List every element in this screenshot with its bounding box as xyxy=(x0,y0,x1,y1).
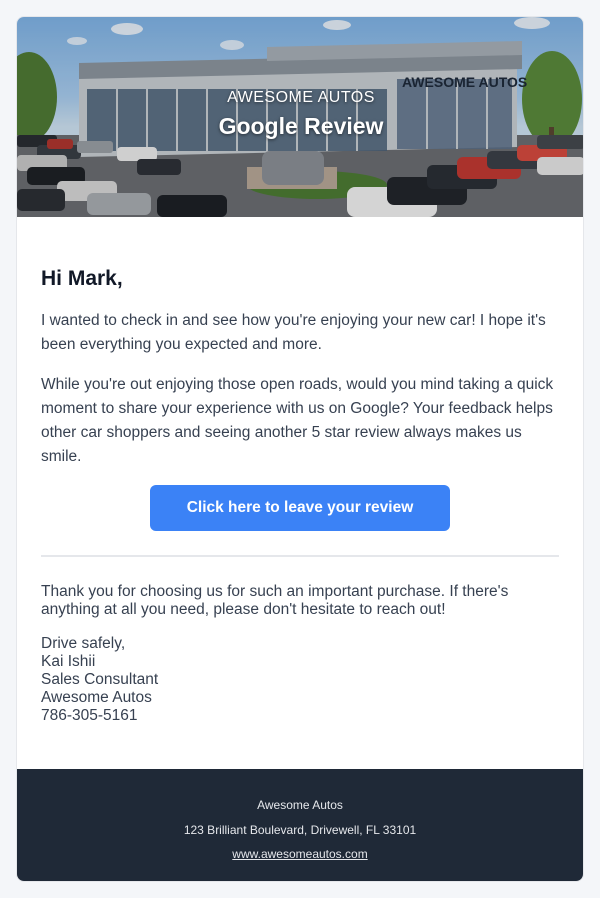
paragraph-intro: I wanted to check in and see how you're … xyxy=(41,312,546,353)
signature-title: Sales Consultant xyxy=(41,671,159,688)
greeting: Hi Mark, xyxy=(41,267,123,290)
signature: Drive safely, Kai Ishii Sales Consultant… xyxy=(41,635,559,725)
footer-company: Awesome Autos xyxy=(257,798,343,812)
paragraph-thanks: Thank you for choosing us for such an im… xyxy=(41,583,509,618)
leave-review-button[interactable]: Click here to leave your review xyxy=(150,485,450,531)
hero-heading: AWESOME AUTOS Google Review xyxy=(17,89,583,140)
hero-brand: AWESOME AUTOS xyxy=(227,89,375,106)
signature-closing: Drive safely, xyxy=(41,635,126,652)
signature-company: Awesome Autos xyxy=(41,689,152,706)
signature-name: Kai Ishii xyxy=(41,653,96,670)
cta-container: Click here to leave your review xyxy=(41,485,559,531)
paragraph-request: While you're out enjoying those open roa… xyxy=(41,376,554,465)
footer: Awesome Autos 123 Brilliant Boulevard, D… xyxy=(17,769,583,881)
footer-address: 123 Brilliant Boulevard, Drivewell, FL 3… xyxy=(183,822,417,837)
hero-title: Google Review xyxy=(218,113,384,139)
divider xyxy=(41,555,559,557)
hero-banner: AWESOME AUTOS AWESOME AUTOS Google Revie… xyxy=(17,17,583,217)
footer-website-link[interactable]: www.awesomeautos.com xyxy=(232,847,367,861)
email-card: AWESOME AUTOS AWESOME AUTOS Google Revie… xyxy=(16,16,584,882)
signature-phone: 786-305-5161 xyxy=(41,707,138,724)
email-body: Hi Mark, I wanted to check in and see ho… xyxy=(17,217,583,725)
